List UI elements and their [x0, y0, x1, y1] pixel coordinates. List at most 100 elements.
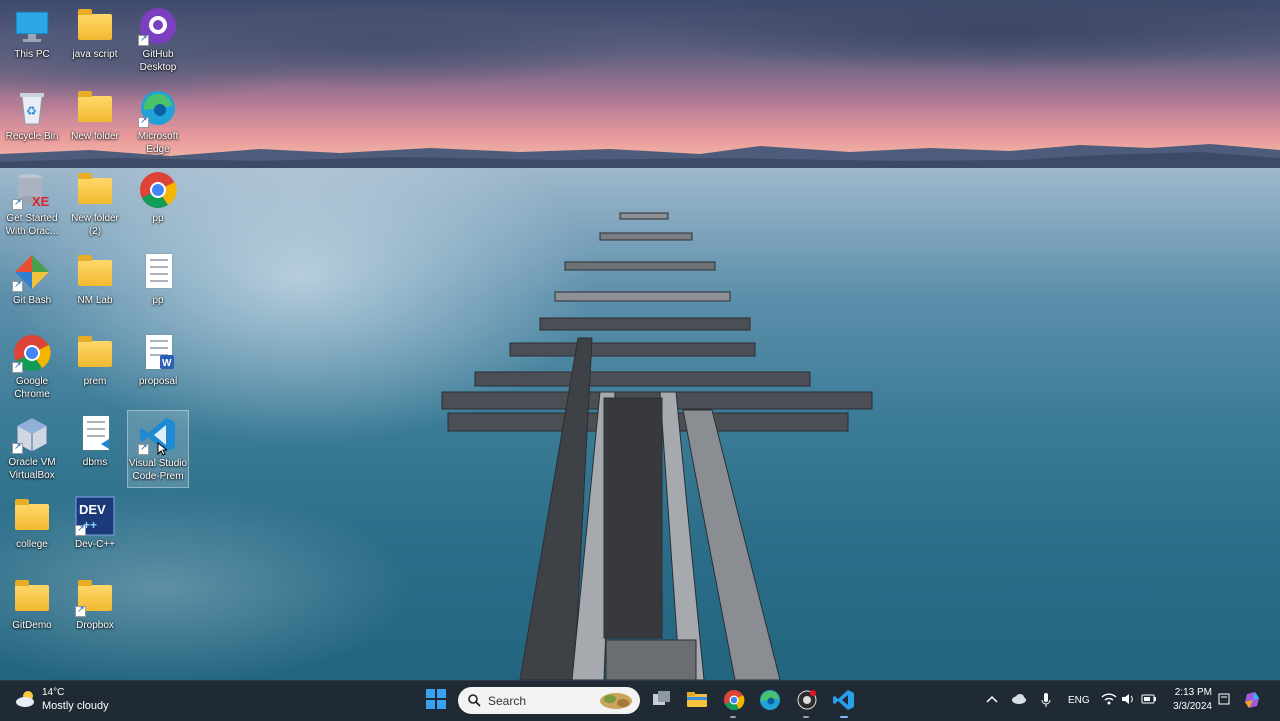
- chrome-icon: [12, 333, 52, 373]
- onedrive-icon[interactable]: [1011, 692, 1027, 706]
- desktop-icon-dbms[interactable]: dbms: [64, 410, 126, 488]
- icon-label: New folder: [71, 131, 119, 142]
- shortcut-arrow-icon: [12, 441, 23, 454]
- folder-icon: [75, 252, 115, 292]
- folder-icon: [12, 496, 52, 536]
- icon-label: Git Bash: [12, 295, 52, 306]
- icon-label: GitHub Desktop: [139, 49, 177, 73]
- oracle-xe-icon: XE: [12, 170, 52, 210]
- chrome-open-indicator: [730, 716, 736, 718]
- icon-label: java script: [72, 49, 118, 60]
- weather-temperature: 14°C: [42, 687, 65, 698]
- folder-icon: [75, 6, 115, 46]
- desktop-icon-google-chrome[interactable]: Google Chrome: [1, 329, 63, 407]
- desktop-wallpaper: [0, 0, 1280, 680]
- desktop-icon-prem[interactable]: prem: [64, 329, 126, 407]
- shortcut-arrow-icon: [138, 115, 149, 128]
- icon-label: pp: [152, 213, 164, 224]
- shortcut-arrow-icon: [12, 279, 23, 292]
- github-icon[interactable]: [796, 689, 818, 711]
- icon-label: college: [16, 539, 48, 550]
- shortcut-arrow-icon: [138, 442, 149, 455]
- desktop-icon-java-script[interactable]: java script: [64, 2, 126, 80]
- git-bash-icon: [12, 252, 52, 292]
- shortcut-arrow-icon: [12, 197, 23, 210]
- desktop-icon-dropbox[interactable]: Dropbox: [64, 573, 126, 651]
- wallpaper-pier: [441, 212, 873, 680]
- icon-label: Recycle Bin: [5, 131, 59, 142]
- svg-text:♻: ♻: [26, 104, 37, 118]
- recycle-bin-icon: ♻: [12, 88, 52, 128]
- icon-label: Oracle VM VirtualBox: [8, 457, 56, 481]
- icon-label: pp: [152, 295, 164, 306]
- mouse-cursor-icon: [157, 442, 167, 456]
- shortcut-arrow-icon: [138, 33, 149, 46]
- icon-label: proposal: [138, 376, 178, 387]
- vscode-icon[interactable]: [833, 689, 855, 711]
- chrome-icon: [138, 170, 178, 210]
- microphone-icon[interactable]: [1040, 692, 1052, 708]
- github-icon: [138, 6, 178, 46]
- github-open-indicator: [803, 716, 809, 718]
- search-icon: [468, 694, 481, 707]
- desktop-icon-pp-chrome[interactable]: pp: [127, 166, 189, 244]
- desktop-icon-github-desktop[interactable]: GitHub Desktop: [127, 2, 189, 80]
- virtualbox-icon: [12, 414, 52, 454]
- desktop-icon-nm-lab[interactable]: NM Lab: [64, 248, 126, 326]
- devcpp-icon: DEV ++: [75, 496, 115, 536]
- folder-icon: [75, 88, 115, 128]
- file-explorer-icon[interactable]: [686, 690, 708, 708]
- desktop-icon-pp-doc[interactable]: pp: [127, 248, 189, 326]
- desktop-icon-oracle[interactable]: XE Get Started With Orac...: [1, 166, 63, 244]
- edge-icon: [138, 88, 178, 128]
- start-icon[interactable]: [426, 689, 450, 713]
- volume-icon[interactable]: [1121, 692, 1135, 706]
- monitor-icon: [12, 6, 52, 46]
- icon-label: This PC: [14, 49, 50, 60]
- weather-description: Mostly cloudy: [42, 700, 109, 712]
- search-highlight-icon: [600, 693, 632, 709]
- icon-label: New folder (2): [71, 213, 119, 237]
- notification-bell-icon[interactable]: [1217, 692, 1231, 706]
- icon-label: Microsoft Edge: [137, 131, 179, 155]
- icon-label: Dropbox: [76, 620, 114, 631]
- desktop-icon-this-pc[interactable]: This PC: [1, 2, 63, 80]
- desktop-icon-new-folder[interactable]: New folder: [64, 84, 126, 162]
- icon-label: Google Chrome: [14, 376, 50, 400]
- desktop-icon-dev-cpp[interactable]: DEV++ Dev-C++: [64, 492, 126, 570]
- folder-icon: [75, 170, 115, 210]
- vscode-active-indicator: [840, 716, 848, 718]
- folder-icon: [75, 333, 115, 373]
- desktop-icon-microsoft-edge[interactable]: Microsoft Edge: [127, 84, 189, 162]
- desktop-icon-virtualbox[interactable]: Oracle VM VirtualBox: [1, 410, 63, 488]
- chevron-up-icon[interactable]: [986, 694, 998, 704]
- vscode-file-icon: [75, 414, 115, 454]
- folder-icon: [75, 577, 115, 617]
- chrome-icon[interactable]: [723, 689, 745, 711]
- desktop-icon-new-folder-2[interactable]: New folder (2): [64, 166, 126, 244]
- task-view-icon[interactable]: [652, 690, 672, 708]
- desktop-icon-git-bash[interactable]: Git Bash: [1, 248, 63, 326]
- cloudy-weather-icon: [16, 691, 34, 707]
- desktop-icon-recycle-bin[interactable]: ♻ Recycle Bin: [1, 84, 63, 162]
- shortcut-arrow-icon: [75, 604, 86, 617]
- language-indicator[interactable]: ENG: [1068, 695, 1090, 706]
- wifi-icon[interactable]: [1101, 692, 1117, 706]
- svg-text:XE: XE: [32, 194, 50, 209]
- icon-label: GitDemo: [12, 620, 52, 631]
- icon-label: Visual Studio Code-Prem: [128, 458, 188, 482]
- copilot-icon[interactable]: [1243, 690, 1263, 710]
- folder-icon: [12, 577, 52, 617]
- desktop-icon-college[interactable]: college: [1, 492, 63, 570]
- clock-time[interactable]: 2:13 PM: [1172, 687, 1212, 698]
- svg-text:W: W: [162, 358, 172, 369]
- clock-date[interactable]: 3/3/2024: [1166, 701, 1212, 712]
- icon-label: prem: [83, 376, 107, 387]
- search-placeholder: Search: [488, 694, 527, 708]
- icon-label: Dev-C++: [74, 539, 115, 550]
- desktop-icon-proposal[interactable]: W proposal: [127, 329, 189, 407]
- taskbar-search-box[interactable]: Search: [458, 687, 640, 714]
- battery-icon[interactable]: [1141, 693, 1157, 705]
- desktop-icon-gitdemo[interactable]: GitDemo: [1, 573, 63, 651]
- edge-icon[interactable]: [759, 689, 781, 711]
